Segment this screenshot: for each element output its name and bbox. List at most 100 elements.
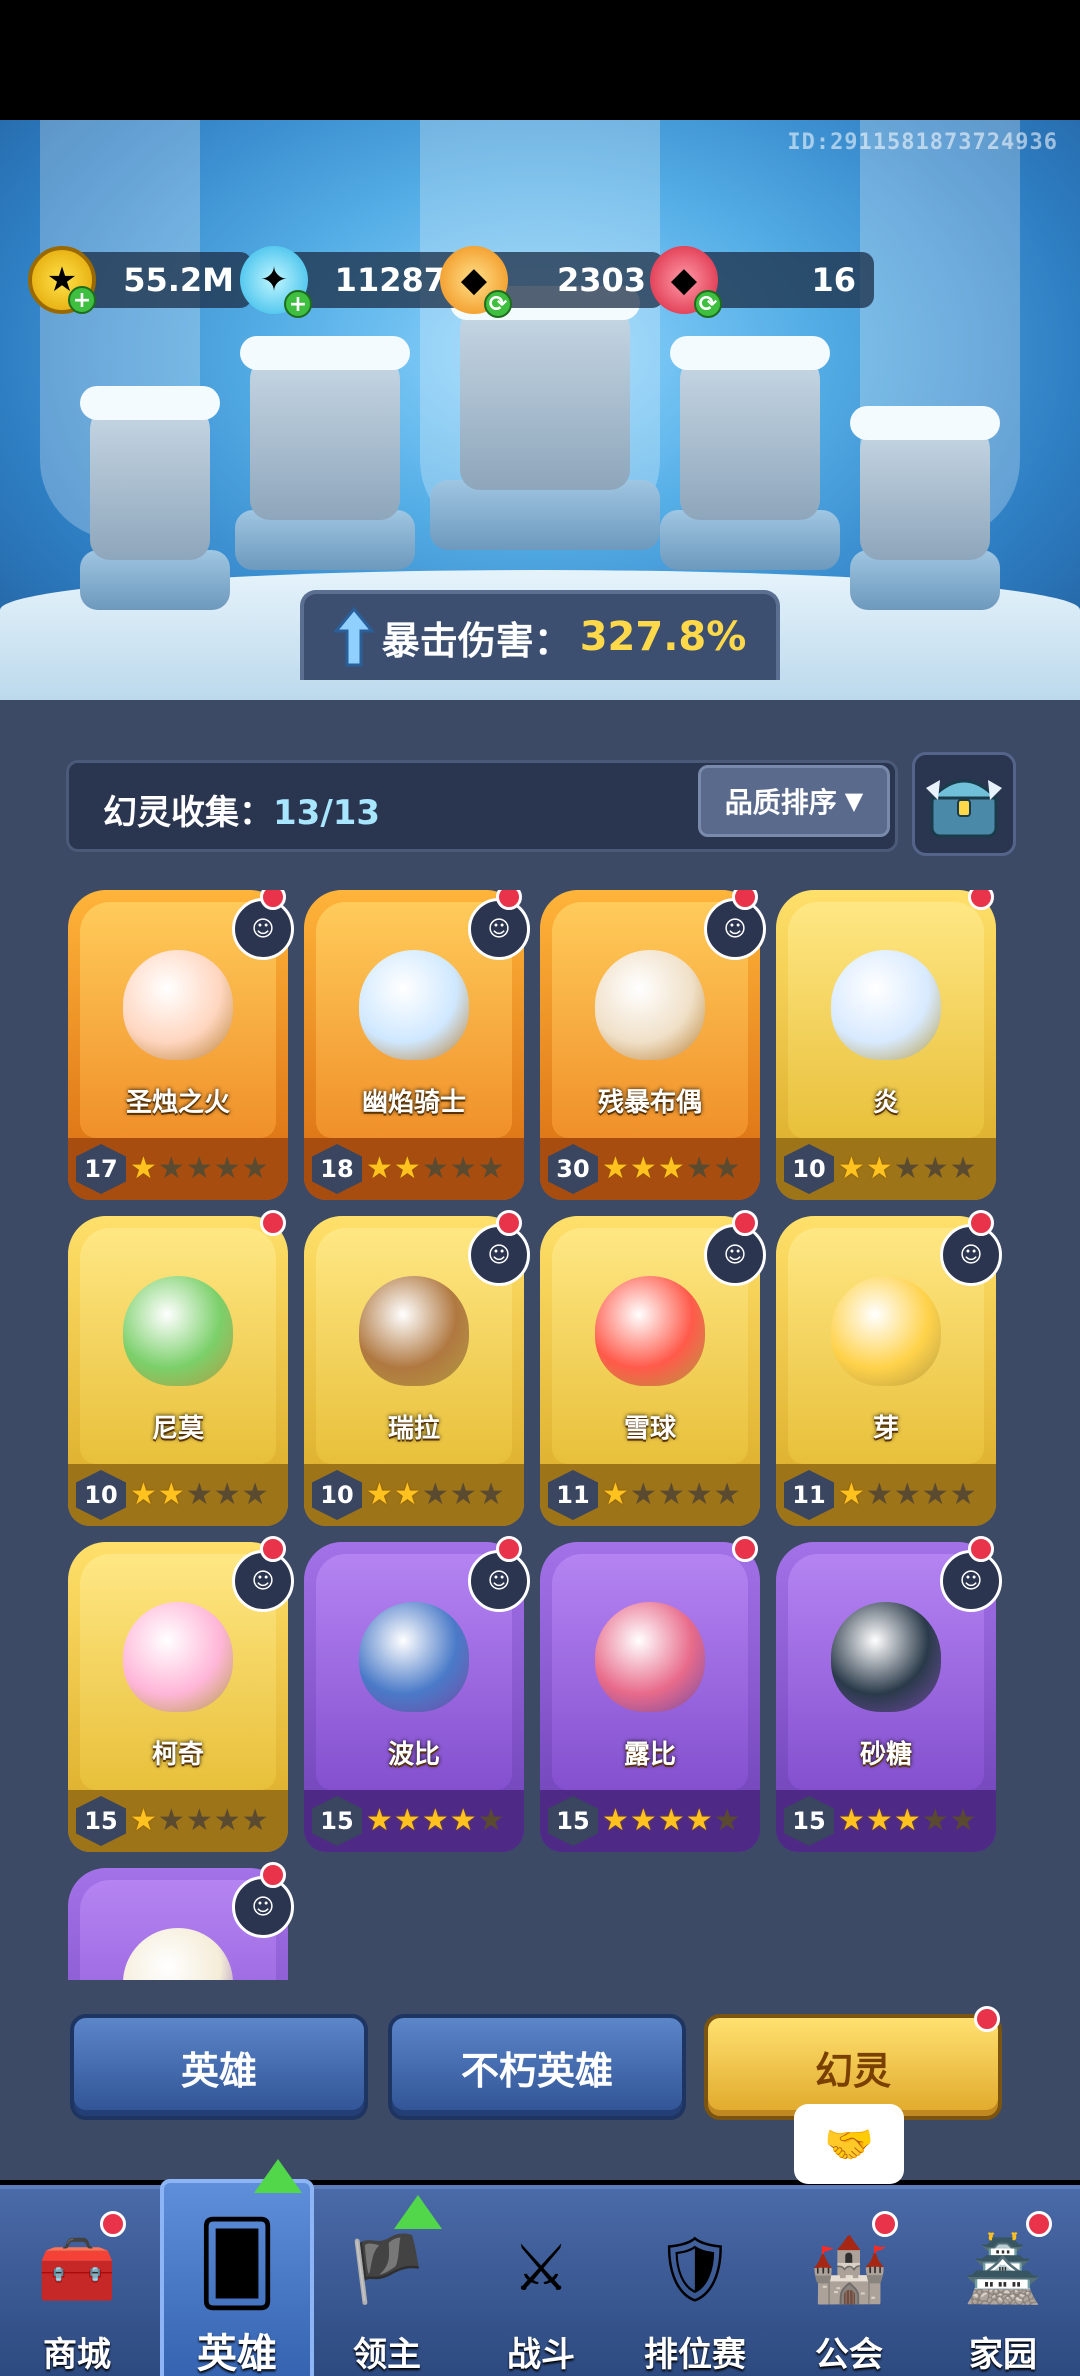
spirit-portrait — [123, 950, 233, 1060]
sort-label: 品质排序 — [724, 786, 837, 819]
crit-label: 暴击伤害： — [381, 618, 572, 663]
star-icon: ★ — [130, 1477, 157, 1512]
spirit-portrait — [595, 1276, 705, 1386]
star-icon: ★ — [366, 1151, 393, 1186]
gold-currency[interactable]: ★ + 55.2M — [28, 246, 252, 314]
star-icon: ★ — [713, 1803, 741, 1838]
statue-warrior — [80, 386, 220, 560]
red-gem-icon: ◆ ⟳ — [650, 246, 722, 318]
linked-hero-avatar[interactable]: ☺ — [468, 898, 530, 960]
star-icon: ★ — [629, 1477, 657, 1512]
level-badge: 10 — [76, 1470, 126, 1520]
plus-icon[interactable]: + — [284, 290, 312, 318]
notification-dot — [496, 1536, 522, 1562]
linked-hero-avatar[interactable]: ☺ — [940, 1224, 1002, 1286]
spirit-name: 炎 — [872, 1088, 899, 1118]
spirit-card[interactable]: ☺ — [68, 1862, 294, 1980]
nav-shop[interactable]: 🧰 商城 — [0, 2189, 154, 2376]
notification-dot — [260, 1210, 286, 1236]
spirit-portrait — [831, 1602, 941, 1712]
level-badge: 15 — [76, 1796, 126, 1846]
nav-guild[interactable]: 🏰 公会 — [772, 2189, 926, 2376]
swap-icon[interactable]: ⟳ — [484, 290, 512, 318]
spirit-card[interactable]: ☺ 瑞拉 10 ★ ★ ★ ★ ★ — [304, 1210, 530, 1526]
linked-hero-avatar[interactable]: ☺ — [468, 1224, 530, 1286]
spirit-card[interactable]: ☺ 芽 11 ★ ★ ★ ★ ★ — [776, 1210, 1002, 1526]
spirit-card[interactable]: 露比 15 ★ ★ ★ ★ ★ — [540, 1536, 760, 1852]
level-badge: 15 — [548, 1796, 598, 1846]
linked-hero-avatar[interactable]: ☺ — [704, 898, 766, 960]
star-icon: ★ — [393, 1477, 421, 1512]
spirit-portrait — [831, 1276, 941, 1386]
crystal-currency[interactable]: ✦ + 11287 — [240, 246, 464, 318]
nav-home[interactable]: 🏯 家园 — [926, 2189, 1080, 2376]
swap-icon[interactable]: ⟳ — [694, 290, 722, 318]
star-icon: ★ — [713, 1151, 741, 1186]
linked-hero-avatar[interactable]: ☺ — [468, 1550, 530, 1612]
notification-dot — [974, 2006, 1000, 2032]
battle-swords-icon: ⚔ — [512, 2232, 570, 2306]
nav-lord[interactable]: 🏴 领主 — [310, 2189, 464, 2376]
nav-hero[interactable]: 🂠 英雄 — [160, 2159, 314, 2376]
spirit-name: 砂糖 — [859, 1740, 912, 1770]
sort-quality-button[interactable]: 品质排序 ▼ — [698, 765, 890, 837]
nav-label: 排位赛 — [644, 2335, 746, 2375]
spirit-card[interactable]: ☺ 幽焰骑士 18 ★ ★ ★ ★ ★ — [304, 890, 530, 1200]
star-icon: ★ — [657, 1803, 685, 1838]
tab-hero[interactable]: 英雄 — [70, 2014, 368, 2120]
orange-gem-currency[interactable]: ◆ ⟳ 2303 — [440, 246, 664, 318]
star-icon: ★ — [421, 1151, 449, 1186]
card-footer: 11 ★ ★ ★ ★ ★ — [776, 1464, 996, 1526]
spirit-name: 幽焰骑士 — [361, 1088, 466, 1118]
linked-hero-avatar[interactable]: ☺ — [232, 898, 294, 960]
statue-pedestal — [430, 480, 660, 550]
nav-ranked[interactable]: 🛡 排位赛 — [618, 2189, 772, 2376]
tab-immortal-hero[interactable]: 不朽英雄 — [388, 2014, 686, 2120]
card-footer: 10 ★ ★ ★ ★ ★ — [68, 1464, 288, 1526]
spirit-name: 瑞拉 — [387, 1414, 440, 1444]
star-icon: ★ — [921, 1803, 949, 1838]
linked-hero-avatar[interactable]: ☺ — [232, 1550, 294, 1612]
nav-battle[interactable]: ⚔ 战斗 — [464, 2189, 618, 2376]
linked-hero-avatar[interactable]: ☺ — [704, 1224, 766, 1286]
spirit-card[interactable]: ☺ 圣烛之火 17 ★ ★ ★ ★ ★ — [68, 890, 294, 1200]
crit-damage-banner: 暴击伤害： 327.8% — [300, 590, 780, 680]
star-icon: ★ — [685, 1803, 713, 1838]
statue-dragon — [450, 286, 640, 490]
spirit-card[interactable]: ☺ 砂糖 15 ★ ★ ★ ★ ★ — [776, 1536, 1002, 1852]
star-icon: ★ — [366, 1477, 393, 1512]
star-icon: ★ — [185, 1477, 213, 1512]
level-badge: 30 — [548, 1144, 598, 1194]
star-icon: ★ — [838, 1151, 865, 1186]
notification-dot — [100, 2211, 126, 2237]
linked-hero-avatar[interactable]: ☺ — [940, 1550, 1002, 1612]
spirit-card[interactable]: ☺ 波比 15 ★ ★ ★ ★ ★ — [304, 1536, 530, 1852]
spirit-portrait — [359, 1602, 469, 1712]
treasure-chest-button[interactable] — [912, 752, 1016, 856]
star-icon: ★ — [393, 1803, 421, 1838]
player-id: ID:2911581873724936 — [787, 130, 1058, 155]
star-icon: ★ — [602, 1803, 629, 1838]
spirit-name: 圣烛之火 — [125, 1088, 230, 1118]
spirit-portrait — [123, 1276, 233, 1386]
spirit-card[interactable]: ☺ 雪球 11 ★ ★ ★ ★ ★ — [540, 1210, 766, 1526]
star-icon: ★ — [865, 1477, 893, 1512]
star-icon: ★ — [865, 1803, 893, 1838]
nav-label: 家园 — [969, 2335, 1037, 2375]
star-icon: ★ — [449, 1477, 477, 1512]
star-rating: ★ ★ ★ ★ ★ — [366, 1806, 505, 1836]
red-gem-currency[interactable]: ◆ ⟳ 16 — [650, 246, 874, 318]
nav-label: 公会 — [815, 2335, 883, 2375]
spirit-card[interactable]: ☺ 残暴布偶 30 ★ ★ ★ ★ ★ — [540, 890, 766, 1200]
plus-icon[interactable]: + — [68, 286, 96, 314]
spirit-card[interactable]: ☺ 柯奇 15 ★ ★ ★ ★ ★ — [68, 1536, 294, 1852]
linked-hero-avatar[interactable]: ☺ — [232, 1876, 294, 1938]
star-rating: ★ ★ ★ ★ ★ — [366, 1154, 505, 1184]
spirit-card[interactable]: 炎 10 ★ ★ ★ ★ ★ — [776, 890, 996, 1200]
spirit-name: 尼莫 — [151, 1414, 204, 1444]
handshake-icon[interactable]: 🤝 — [794, 2104, 904, 2184]
star-icon: ★ — [893, 1477, 921, 1512]
notification-dot — [968, 890, 994, 910]
spirit-card[interactable]: 尼莫 10 ★ ★ ★ ★ ★ — [68, 1210, 288, 1526]
star-icon: ★ — [477, 1477, 505, 1512]
